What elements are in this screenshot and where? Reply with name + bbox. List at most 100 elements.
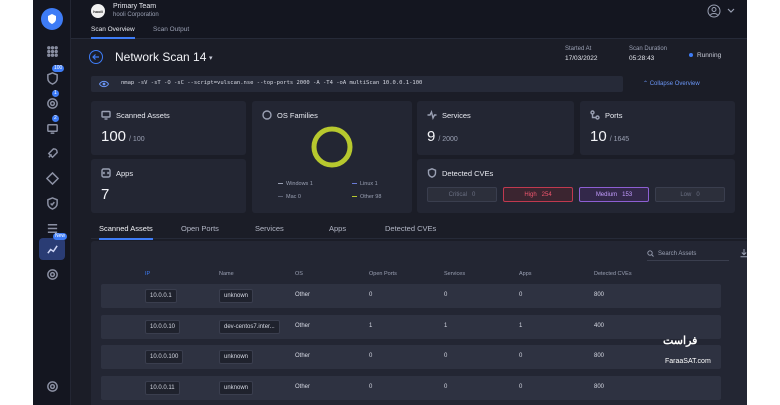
col-header-open-ports[interactable]: Open Ports <box>369 271 397 277</box>
col-header-services[interactable]: Services <box>444 271 465 277</box>
table-row[interactable]: 10.0.0.10 dev-centos7.inter... Other 1 1… <box>101 315 721 339</box>
col-header-name[interactable]: Name <box>219 271 234 277</box>
back-button[interactable] <box>89 50 103 64</box>
cell-os: Other <box>295 384 311 390</box>
col-header-apps[interactable]: Apps <box>519 271 532 277</box>
legend-swatch <box>352 195 357 198</box>
card-services[interactable]: Services 9/ 2000 <box>417 101 574 155</box>
gear-icon[interactable] <box>44 266 60 282</box>
assets-table-panel: Search Assets IP Name OS Open Ports Serv… <box>91 241 747 405</box>
tab-apps[interactable]: Apps <box>329 224 346 238</box>
card-ports[interactable]: Ports 10/ 1645 <box>580 101 735 155</box>
legend-label: Linux 1 <box>360 181 378 187</box>
scans-nav-icon[interactable]: New <box>39 233 68 260</box>
cve-chip-low[interactable]: Low 0 <box>655 187 725 202</box>
grid-icon[interactable] <box>44 43 60 59</box>
tab-scan-overview[interactable]: Scan Overview <box>91 26 135 39</box>
value-total: / 100 <box>129 136 145 143</box>
cve-chip-critical[interactable]: Critical 0 <box>427 187 497 202</box>
cell-services: 0 <box>444 384 448 390</box>
cell-open-ports: 0 <box>369 384 373 390</box>
card-apps[interactable]: Apps 7 <box>91 159 246 213</box>
col-header-ip[interactable]: IP <box>145 271 150 277</box>
card-scanned-assets[interactable]: Scanned Assets 100/ 100 <box>91 101 246 155</box>
page-title: Network Scan 14 <box>115 50 207 64</box>
tab-detected-cves[interactable]: Detected CVEs <box>385 224 436 238</box>
team-logo[interactable]: hooli <box>91 4 105 18</box>
table-row[interactable]: 10.0.0.1 unknown Other 0 0 0 800 <box>101 284 721 308</box>
tab-scan-output[interactable]: Scan Output <box>153 26 189 37</box>
os-donut-chart <box>311 126 353 168</box>
card-detected-cves[interactable]: Detected CVEs Critical 0 High 254 Medium 15… <box>417 159 735 213</box>
legend-swatch <box>278 195 283 198</box>
user-avatar-icon[interactable] <box>707 4 721 18</box>
chip-count: 254 <box>541 191 552 198</box>
started-label: Started At <box>565 46 592 52</box>
status-badge: Running <box>689 52 721 59</box>
title-dropdown-icon[interactable]: ▾ <box>209 54 213 62</box>
cve-chip-medium[interactable]: Medium 153 <box>579 187 649 202</box>
cell-name: unknown <box>219 381 254 395</box>
chevron-down-icon[interactable] <box>727 6 735 14</box>
card-title-text: Detected CVEs <box>442 168 494 178</box>
card-title: OS Families <box>262 110 318 120</box>
card-value: 7 <box>101 186 109 203</box>
started-at: Started At 17/03/2022 <box>565 46 598 62</box>
chip-label: High <box>524 191 537 198</box>
apps-icon <box>101 168 111 178</box>
app-window: 100 1 2 New hooli Primary Team hooli Cor… <box>33 0 747 405</box>
chip-count: 0 <box>696 191 700 198</box>
duration-label: Scan Duration <box>629 46 668 52</box>
brand-logo-icon[interactable] <box>41 8 63 30</box>
cell-open-ports: 0 <box>369 292 373 298</box>
col-header-os[interactable]: OS <box>295 271 303 277</box>
badge-new: New <box>53 233 68 240</box>
tab-open-ports[interactable]: Open Ports <box>181 224 219 238</box>
legend-item: Linux 1 <box>352 181 378 187</box>
shield-check-icon[interactable] <box>44 195 60 211</box>
help-lifebuoy-icon[interactable] <box>44 378 60 394</box>
table-row[interactable]: 10.0.0.11 unknown Other 0 0 0 800 <box>101 376 721 400</box>
search-icon <box>647 250 654 257</box>
monitor-icon[interactable]: 2 <box>44 115 60 136</box>
team-org: hooli Corporation <box>113 12 159 18</box>
team-name[interactable]: Primary Team <box>113 3 156 10</box>
card-title: Services <box>427 110 471 120</box>
value-total: / 2000 <box>438 136 458 143</box>
card-os-families[interactable]: OS Families Windows 1 Linux 1 Mac 0 Othe… <box>252 101 412 213</box>
card-value: 9/ 2000 <box>427 128 458 145</box>
card-title: Detected CVEs <box>427 168 493 178</box>
cell-apps: 1 <box>519 323 523 329</box>
cell-apps: 0 <box>519 353 523 359</box>
target-icon[interactable]: 1 <box>44 90 60 111</box>
cell-os: Other <box>295 292 311 298</box>
cell-ip: 10.0.0.10 <box>145 320 181 334</box>
tab-services[interactable]: Services <box>255 224 284 238</box>
chip-label: Critical <box>448 191 467 198</box>
cell-apps: 0 <box>519 384 523 390</box>
rocket-icon[interactable] <box>44 145 60 161</box>
card-title-text: Scanned Assets <box>116 110 170 120</box>
chip-label: Low <box>680 191 692 198</box>
shield-scan-icon[interactable]: 100 <box>44 65 65 86</box>
cell-cves: 800 <box>594 384 605 390</box>
cve-chip-high[interactable]: High 254 <box>503 187 573 202</box>
status-text: Running <box>697 52 722 59</box>
cell-ip: 10.0.0.1 <box>145 289 177 303</box>
cell-os: Other <box>295 323 311 329</box>
collapse-overview-link[interactable]: ⌃ Collapse Overview <box>643 80 700 87</box>
diamond-icon[interactable] <box>44 170 60 186</box>
legend-item: Other 98 <box>352 194 381 200</box>
download-icon[interactable] <box>739 248 747 258</box>
shield-icon <box>427 168 437 178</box>
tab-scanned-assets[interactable]: Scanned Assets <box>99 224 153 240</box>
cell-services: 0 <box>444 292 448 298</box>
card-title-text: Apps <box>116 168 134 178</box>
col-header-detected-cves[interactable]: Detected CVEs <box>594 271 632 277</box>
cell-ip: 10.0.0.100 <box>145 350 184 364</box>
eye-icon[interactable] <box>99 80 109 88</box>
command-bar: nmap -sV -sT -O -sC --script=vulscan.nse… <box>91 76 623 92</box>
table-row[interactable]: 10.0.0.100 unknown Other 0 0 0 800 <box>101 345 721 369</box>
card-title: Apps <box>101 168 133 178</box>
search-assets-field[interactable]: Search Assets <box>647 247 729 261</box>
